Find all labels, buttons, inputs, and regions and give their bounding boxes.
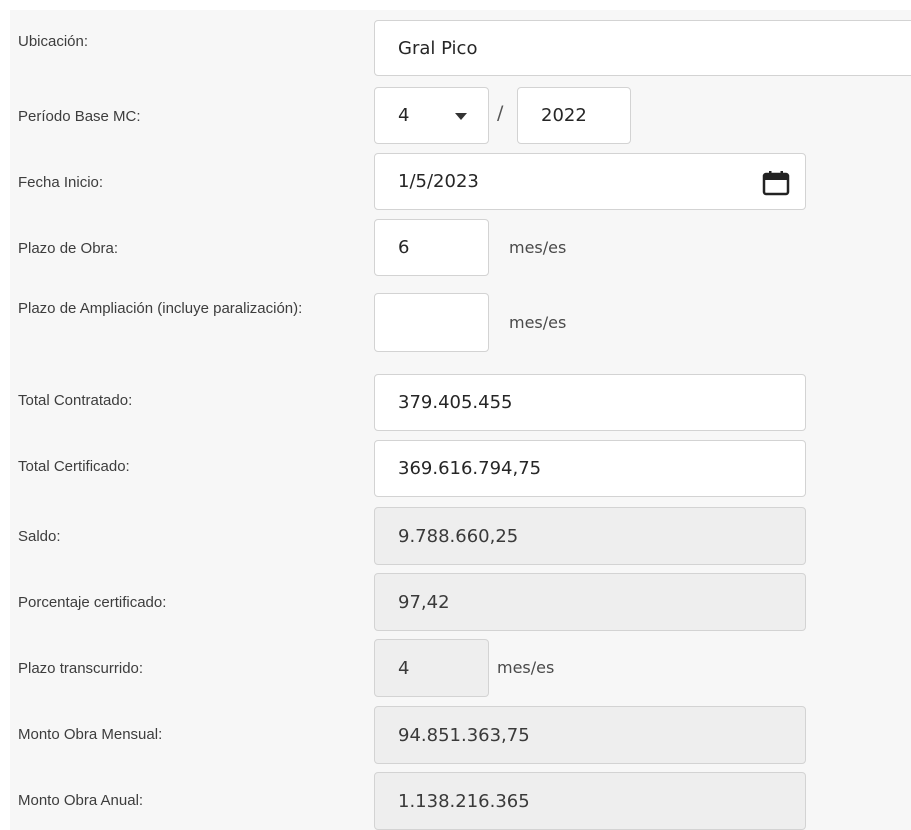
calendar-icon[interactable] — [762, 170, 790, 196]
plazo-obra-value: 6 — [398, 237, 410, 258]
saldo-label: Saldo: — [18, 528, 61, 545]
plazo-ampliacion-input[interactable] — [374, 293, 489, 352]
porcentaje-certificado-value: 97,42 — [398, 591, 450, 613]
total-certificado-input[interactable]: 369.616.794,75 — [374, 440, 806, 497]
plazo-transcurrido-unit: mes/es — [497, 658, 555, 677]
ubicacion-input[interactable]: Gral Pico — [374, 20, 911, 76]
fecha-inicio-label: Fecha Inicio: — [18, 174, 104, 191]
total-contratado-value: 379.405.455 — [398, 392, 513, 413]
monto-obra-anual-field: 1.138.216.365 — [374, 772, 806, 830]
periodo-year-input[interactable]: 2022 — [517, 87, 631, 144]
ubicacion-value: Gral Pico — [398, 37, 478, 59]
plazo-ampliacion-label: Plazo de Ampliación (incluye paralizació… — [18, 300, 303, 317]
plazo-transcurrido-label: Plazo transcurrido: — [18, 660, 144, 677]
periodo-month-select[interactable]: 4 — [374, 87, 489, 144]
monto-obra-mensual-field: 94.851.363,75 — [374, 706, 806, 764]
plazo-obra-label: Plazo de Obra: — [18, 240, 119, 257]
total-contratado-label: Total Contratado: — [18, 392, 133, 409]
plazo-obra-unit: mes/es — [509, 238, 567, 257]
plazo-transcurrido-value: 4 — [398, 657, 410, 679]
fecha-inicio-value: 1/5/2023 — [398, 171, 479, 192]
periodo-base-label: Período Base MC: — [18, 108, 141, 125]
porcentaje-certificado-label: Porcentaje certificado: — [18, 594, 167, 611]
saldo-field: 9.788.660,25 — [374, 507, 806, 565]
plazo-ampliacion-unit: mes/es — [509, 313, 567, 332]
total-certificado-label: Total Certificado: — [18, 458, 130, 475]
periodo-month-value: 4 — [398, 105, 410, 126]
porcentaje-certificado-field: 97,42 — [374, 573, 806, 631]
plazo-transcurrido-field: 4 — [374, 639, 489, 697]
plazo-obra-input[interactable]: 6 — [374, 219, 489, 276]
total-contratado-input[interactable]: 379.405.455 — [374, 374, 806, 431]
monto-obra-mensual-label: Monto Obra Mensual: — [18, 726, 163, 743]
total-certificado-value: 369.616.794,75 — [398, 458, 542, 479]
fecha-inicio-input[interactable]: 1/5/2023 — [374, 153, 806, 210]
monto-obra-anual-label: Monto Obra Anual: — [18, 792, 144, 809]
ubicacion-label: Ubicación: — [18, 33, 89, 50]
periodo-year-value: 2022 — [541, 105, 587, 126]
monto-obra-anual-value: 1.138.216.365 — [398, 790, 530, 812]
chevron-down-icon — [455, 113, 467, 120]
saldo-value: 9.788.660,25 — [398, 525, 519, 547]
period-separator: / — [497, 102, 504, 124]
monto-obra-mensual-value: 94.851.363,75 — [398, 724, 530, 746]
